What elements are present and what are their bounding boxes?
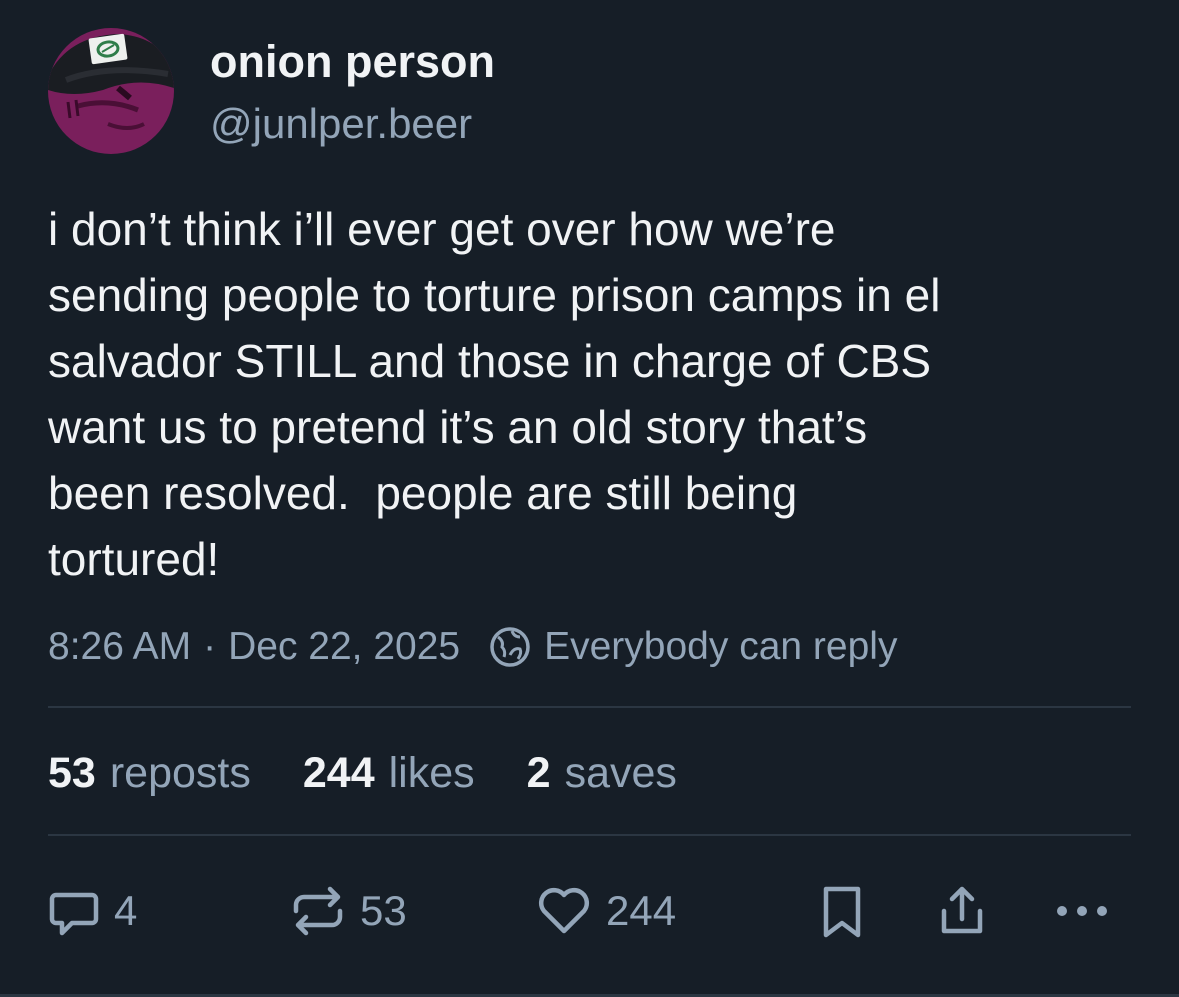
globe-icon <box>490 627 530 667</box>
reply-count: 4 <box>114 887 138 934</box>
avatar-image <box>48 28 174 154</box>
more-icon <box>1057 906 1107 916</box>
share-icon <box>941 886 983 934</box>
repost-button[interactable]: 53 <box>288 878 407 944</box>
reply-icon <box>49 892 99 936</box>
action-bar: 4 53 244 <box>0 878 1179 944</box>
likes-count: 244 <box>302 748 375 797</box>
saves-count: 2 <box>526 748 551 797</box>
reposts-stat[interactable]: 53 reposts <box>48 749 251 798</box>
saves-label: saves <box>564 748 677 797</box>
more-button[interactable] <box>1050 878 1114 944</box>
likes-stat[interactable]: 244 likes <box>303 749 475 798</box>
like-icon <box>538 887 590 934</box>
reposts-count: 53 <box>48 748 96 797</box>
divider-bottom <box>48 834 1131 836</box>
share-button[interactable] <box>932 878 992 944</box>
like-count: 244 <box>606 887 677 934</box>
author-handle[interactable]: @junlper.beer <box>210 100 472 148</box>
repost-count: 53 <box>360 887 407 934</box>
reply-button[interactable]: 4 <box>46 878 137 944</box>
post-meta: 8:26 AM · Dec 22, 2025 Everybody can rep… <box>48 622 897 672</box>
bookmark-icon <box>823 886 861 938</box>
meta-separator: · <box>203 625 217 668</box>
like-button[interactable]: 244 <box>534 878 676 944</box>
repost-icon <box>293 886 343 936</box>
post-stats: 53 reposts 244 likes 2 saves <box>48 745 729 801</box>
bookmark-button[interactable] <box>814 878 870 944</box>
reposts-label: reposts <box>109 748 251 797</box>
reply-setting[interactable]: Everybody can reply <box>544 625 897 669</box>
post-text: i don’t think i’ll ever get over how we’… <box>48 203 941 585</box>
saves-stat[interactable]: 2 saves <box>527 749 677 798</box>
author-display-name[interactable]: onion person <box>210 36 495 88</box>
post-time: 8:26 AM <box>48 625 192 668</box>
divider-top <box>48 706 1131 708</box>
avatar[interactable] <box>48 28 174 154</box>
likes-label: likes <box>388 748 475 797</box>
post-date: Dec 22, 2025 <box>228 625 461 668</box>
